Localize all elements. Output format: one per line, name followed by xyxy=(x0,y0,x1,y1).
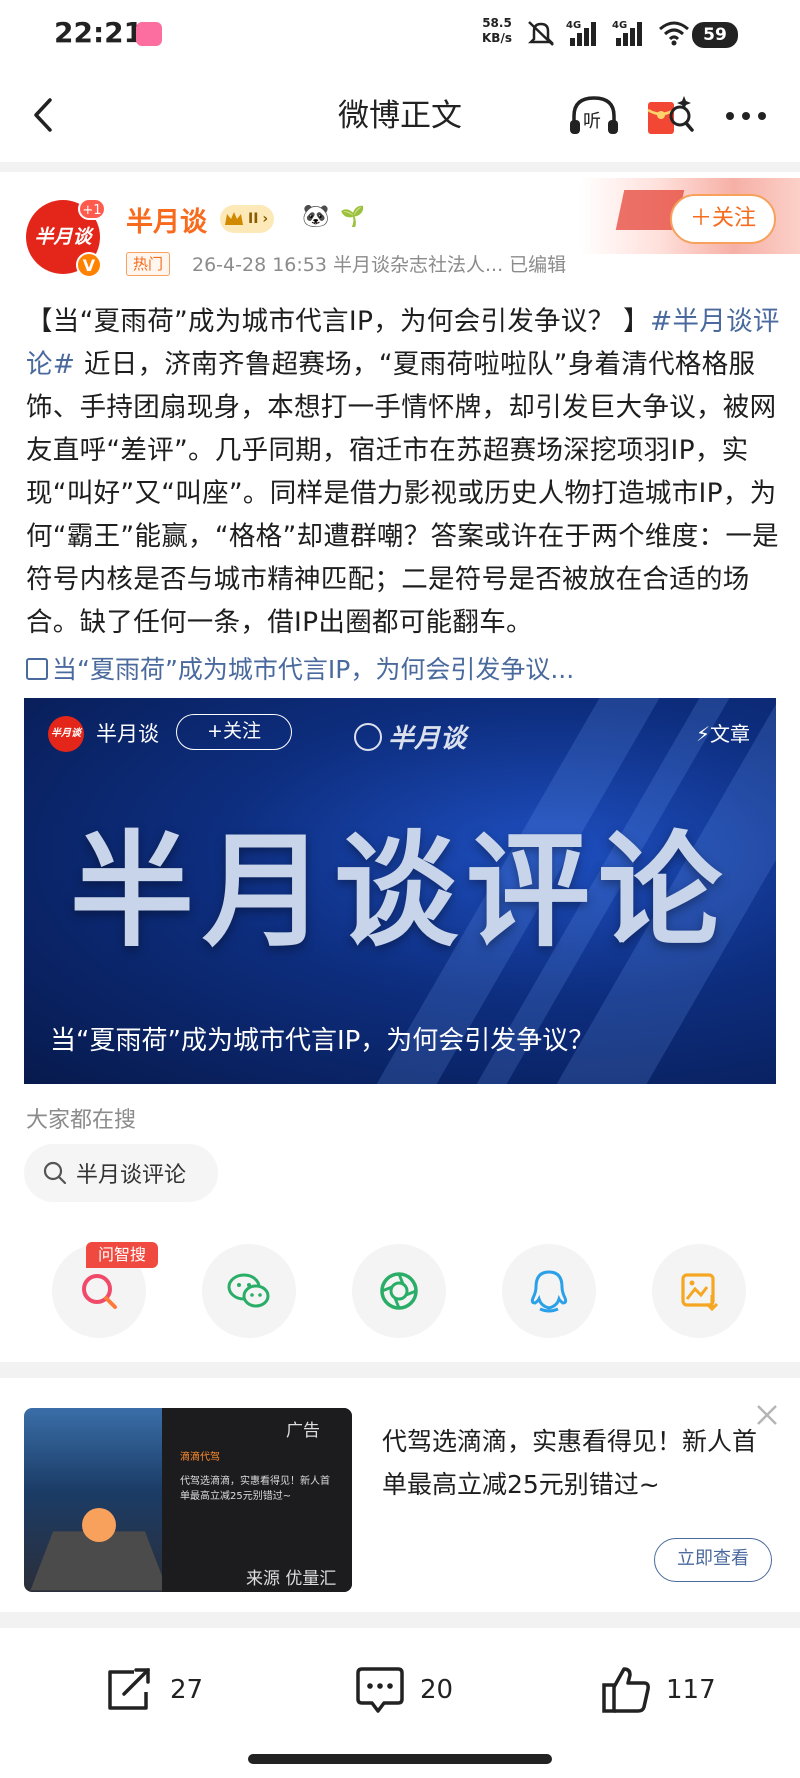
repost-count: 27 xyxy=(170,1675,204,1705)
post-header: 半月谈 +1 V 半月谈 II › 🐼 🌱 ＋关注 热门 26-4-28 16:… xyxy=(0,172,800,290)
mute-icon xyxy=(527,21,555,46)
member-level-badge[interactable]: II › xyxy=(220,205,275,233)
share-moments[interactable] xyxy=(352,1244,446,1338)
red-packet-search-icon[interactable] xyxy=(642,88,698,144)
chevron-right-icon: › xyxy=(262,211,269,227)
thumbs-up-icon xyxy=(602,1667,650,1713)
qq-icon xyxy=(530,1270,568,1313)
author-name[interactable]: 半月谈 xyxy=(126,200,207,239)
share-wechat[interactable] xyxy=(202,1244,296,1338)
post-intro: 【当“夏雨荷”成为城市代言IP，为何会引发争议？ 】 xyxy=(26,306,650,337)
card-follow-button[interactable]: +关注 xyxy=(176,714,292,750)
section-divider xyxy=(0,162,800,172)
post-meta: 26-4-28 16:53 半月谈杂志社法人... 已编辑 xyxy=(192,254,567,276)
wenzhisou-badge: 问智搜 xyxy=(86,1242,158,1268)
sprout-icon: 🌱 xyxy=(340,204,365,228)
listen-headphone-icon[interactable]: 听 xyxy=(566,90,622,142)
article-link-icon xyxy=(26,658,48,680)
article-card[interactable]: 半月谈 半月谈 +关注 半月谈 ⚡文章 半月谈评论 当“夏雨荷”成为城市代言IP… xyxy=(24,698,776,1084)
lightning-icon: ⚡ xyxy=(696,722,711,746)
search-suggestion-text: 半月谈评论 xyxy=(76,1163,187,1188)
more-options-icon[interactable] xyxy=(716,92,776,140)
panda-icon: 🐼 xyxy=(302,204,330,229)
follow-button[interactable]: ＋关注 xyxy=(670,194,776,244)
card-brand-logo: 半月谈 xyxy=(354,718,466,755)
avatar-plus-badge: +1 xyxy=(78,198,106,220)
wechat-icon xyxy=(227,1273,270,1308)
ad-inner-brand: 滴滴代驾 xyxy=(180,1452,220,1463)
post-body: 【当“夏雨荷”成为城市代言IP，为何会引发争议？ 】#半月谈评论# 近日，济南齐… xyxy=(26,300,782,644)
ad-view-now-button[interactable]: 立即查看 xyxy=(654,1538,772,1582)
top-nav-bar: 微博正文 听 xyxy=(0,70,800,162)
battery-indicator: 59 xyxy=(692,22,738,48)
moments-icon xyxy=(380,1272,418,1310)
article-link-text: 当“夏雨荷”成为城市代言IP，为何会引发争议... xyxy=(52,655,575,684)
section-divider xyxy=(0,1612,800,1628)
status-time: 22:21 xyxy=(54,16,144,49)
ad-inner-text: 代驾选滴滴，实惠看得见！新人首单最高立减25元别错过~ xyxy=(180,1476,330,1502)
ad-source: 来源 优量汇 xyxy=(246,1569,337,1589)
comment-button[interactable]: 20 xyxy=(354,1662,453,1718)
article-link[interactable]: 当“夏雨荷”成为城市代言IP，为何会引发争议... xyxy=(26,650,574,686)
share-qq[interactable] xyxy=(502,1244,596,1338)
bilibili-app-icon xyxy=(136,22,162,46)
section-divider xyxy=(0,1362,800,1378)
repost-icon xyxy=(108,1668,150,1710)
like-button[interactable]: 117 xyxy=(600,1662,716,1718)
card-type-text: 文章 xyxy=(710,722,751,746)
signal1-label: 4G xyxy=(566,20,581,31)
svg-text:听: 听 xyxy=(583,111,601,132)
close-icon[interactable] xyxy=(750,1398,784,1432)
save-image-icon xyxy=(681,1273,719,1312)
search-icon xyxy=(43,1161,67,1185)
repost-button[interactable]: 27 xyxy=(104,1662,203,1718)
comment-count: 20 xyxy=(420,1675,454,1705)
ad-mascot-graphic xyxy=(82,1508,116,1542)
card-author-name[interactable]: 半月谈 xyxy=(96,718,159,748)
crown-icon xyxy=(225,212,243,225)
comment-icon xyxy=(356,1667,404,1713)
level-text: II xyxy=(248,211,259,227)
card-author-logo: 半月谈 xyxy=(48,716,84,752)
signal-icon-2: 4G xyxy=(612,20,642,46)
card-caption: 当“夏雨荷”成为城市代言IP，为何会引发争议？ xyxy=(50,1026,595,1056)
globe-icon xyxy=(354,723,382,751)
ad-label: 广告 xyxy=(286,1421,320,1441)
home-indicator[interactable] xyxy=(248,1754,552,1764)
verified-v-badge: V xyxy=(76,252,102,278)
status-icons: 4G 4G xyxy=(526,18,690,48)
card-big-title: 半月谈评论 xyxy=(69,820,730,964)
status-bar: 22:21 58.5 KB/s 4G 4G 59 xyxy=(0,0,800,70)
network-speed: 58.5 KB/s xyxy=(482,16,512,46)
share-save-image[interactable] xyxy=(652,1244,746,1338)
signal2-label: 4G xyxy=(612,20,627,31)
like-count: 117 xyxy=(666,1675,716,1705)
post-body-text: 近日，济南齐鲁超赛场，“夏雨荷啦啦队”身着清代格格服饰、手持团扇现身，本想打一手… xyxy=(26,349,779,638)
back-arrow-icon[interactable] xyxy=(20,90,70,140)
card-type-label: ⚡文章 xyxy=(696,718,750,747)
wifi-icon xyxy=(659,21,689,46)
ad-headline[interactable]: 代驾选滴滴，实惠看得见！新人首单最高立减25元别错过~ xyxy=(382,1420,772,1506)
network-speed-value: 58.5 xyxy=(482,16,512,30)
signal-icon-1: 4G xyxy=(566,20,596,46)
trending-search-title: 大家都在搜 xyxy=(26,1108,137,1133)
hot-tag: 热门 xyxy=(126,252,171,276)
wenzhisou-icon xyxy=(82,1274,117,1309)
search-suggestion-pill[interactable]: 半月谈评论 xyxy=(24,1144,218,1202)
network-speed-unit: KB/s xyxy=(482,31,512,45)
card-brand-text: 半月谈 xyxy=(388,724,467,754)
bottom-toolbar: 27 20 117 xyxy=(0,1640,800,1740)
